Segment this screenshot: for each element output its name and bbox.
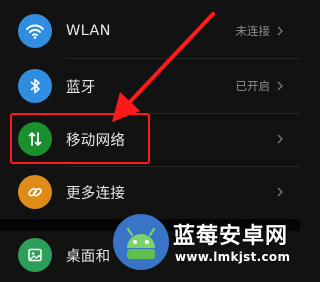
watermark: 蓝莓安卓网 www.lmkjst.com: [113, 210, 300, 275]
watermark-url: www.lmkjst.com: [175, 250, 291, 264]
image-icon: [18, 238, 52, 272]
bluetooth-icon: [18, 69, 52, 103]
settings-item-label: 更多连接: [66, 185, 126, 202]
wifi-icon: [18, 14, 52, 48]
android-logo-icon: [113, 214, 169, 270]
watermark-title: 蓝莓安卓网: [173, 224, 289, 249]
settings-item-bluetooth[interactable]: 蓝牙 已开启: [0, 59, 300, 113]
settings-item-value: 已开启: [235, 79, 271, 93]
link-icon: [18, 175, 52, 209]
settings-item-label: WLAN: [66, 23, 111, 39]
chevron-right-icon: [277, 81, 283, 91]
chevron-right-icon: [277, 187, 283, 197]
settings-item-label: 蓝牙: [66, 79, 96, 96]
chevron-right-icon: [277, 26, 283, 36]
highlight-box: [10, 113, 150, 164]
settings-item-value: 未连接: [235, 24, 271, 38]
settings-item-label: 桌面和: [66, 248, 111, 265]
chevron-right-icon: [277, 134, 283, 144]
settings-item-wlan[interactable]: WLAN 未连接: [0, 4, 300, 58]
